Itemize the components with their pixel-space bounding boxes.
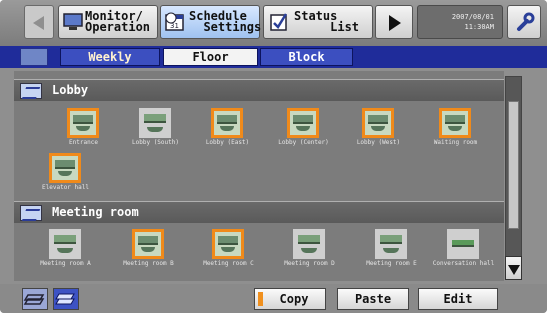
svg-text:31: 31 [170,22,179,30]
unit-label: Lobby (East) [205,139,250,146]
indoor-unit-icon [67,108,99,138]
clock-date: 2007/08/01 [451,13,494,21]
unit-label: Waiting room [433,139,478,146]
unit-elevator-hall[interactable]: Elevator hall [28,153,103,197]
scroll-down-button[interactable] [505,256,522,280]
unit-meeting-room-e[interactable]: Meeting room E [354,229,429,273]
indoor-unit-icon [139,108,171,138]
schedule-settings-button[interactable]: 31 Schedule Settings [160,5,262,39]
unit-meeting-room-d[interactable]: Meeting room D [272,229,347,273]
unit-lobby-center[interactable]: Lobby (Center) [266,108,341,152]
view-tab-bar: Weekly Floor Block [0,46,547,68]
monitor-operation-label: Monitor/ Operation [85,9,151,34]
checklist-icon [270,13,288,31]
layers-outline-icon [23,294,45,305]
group-view-button[interactable] [22,288,48,310]
unit-waiting-room[interactable]: Waiting room [418,108,493,152]
copy-indicator [258,292,263,306]
layers-icon [20,48,48,66]
unit-label: Meeting room E [366,260,417,267]
status-list-button[interactable]: Status List [263,5,373,39]
paste-button[interactable]: Paste [337,288,409,310]
indoor-unit-icon [211,108,243,138]
ventilation-unit-icon [447,229,479,259]
unit-lobby-east[interactable]: Lobby (East) [190,108,265,152]
tab-weekly[interactable]: Weekly [60,48,160,66]
layers-filled-icon [55,293,75,305]
group-list: Lobby Entrance Lobby (South) Lobby (East… [14,71,504,281]
unit-conversation-hall[interactable]: Conversation hall [426,229,501,273]
clock-time: 11:30AM [464,23,494,31]
indoor-unit-icon [49,153,81,183]
copy-label: Copy [279,292,309,306]
indoor-unit-icon [375,229,407,259]
group-header-meeting-room[interactable]: Meeting room [14,201,504,223]
scrollbar[interactable] [505,76,522,280]
bottom-toolbar: Copy Paste Edit [0,284,547,313]
status-list-label: Status List [294,9,360,34]
unit-label: Meeting room D [284,260,335,267]
unit-meeting-room-a[interactable]: Meeting room A [28,229,103,273]
scrollbar-thumb[interactable] [508,101,519,229]
tab-floor[interactable]: Floor [163,48,258,66]
unit-label: Lobby (South) [132,139,179,146]
monitor-icon [63,13,83,30]
group-title: Meeting room [52,205,139,219]
unit-label: Elevator hall [42,184,89,191]
left-arrow-icon [33,16,44,30]
copy-button[interactable]: Copy [254,288,326,310]
unit-label: Conversation hall [432,260,495,267]
indoor-unit-icon [132,229,164,259]
unit-lobby-south[interactable]: Lobby (South) [118,108,193,152]
clock-display: 2007/08/01 11:30AM [417,5,503,39]
unit-label: Lobby (Center) [278,139,329,146]
indoor-unit-icon [287,108,319,138]
monitor-operation-button[interactable]: Monitor/ Operation [58,5,158,39]
indoor-unit-icon [439,108,471,138]
top-menu-bar: Monitor/ Operation 31 Schedule Settings … [0,0,547,46]
unit-meeting-room-c[interactable]: Meeting room C [191,229,266,273]
group-icon [20,83,42,99]
back-button[interactable] [24,5,54,39]
unit-meeting-room-b[interactable]: Meeting room B [111,229,186,273]
indoor-unit-icon [49,229,81,259]
unit-label: Entrance [69,139,98,146]
screen: Monitor/ Operation 31 Schedule Settings … [0,0,547,313]
wrench-icon [517,12,535,31]
calendar-clock-icon: 31 [165,12,184,31]
indoor-unit-icon [293,229,325,259]
tab-block[interactable]: Block [260,48,353,66]
maintenance-button[interactable] [507,5,541,39]
right-arrow-icon [389,15,401,31]
edit-button[interactable]: Edit [418,288,498,310]
unit-view-button[interactable] [53,288,79,310]
unit-label: Meeting room C [203,260,254,267]
indoor-unit-icon [212,229,244,259]
unit-lobby-west[interactable]: Lobby (West) [341,108,416,152]
group-title: Lobby [52,83,89,97]
indoor-unit-icon [362,108,394,138]
group-icon [20,205,42,221]
unit-label: Meeting room B [123,260,174,267]
group-header-lobby[interactable]: Lobby [14,79,504,101]
unit-label: Meeting room A [40,260,91,267]
unit-entrance[interactable]: Entrance [46,108,121,152]
next-button[interactable] [375,5,413,39]
schedule-settings-label: Schedule Settings [189,9,262,34]
unit-label: Lobby (West) [356,139,401,146]
